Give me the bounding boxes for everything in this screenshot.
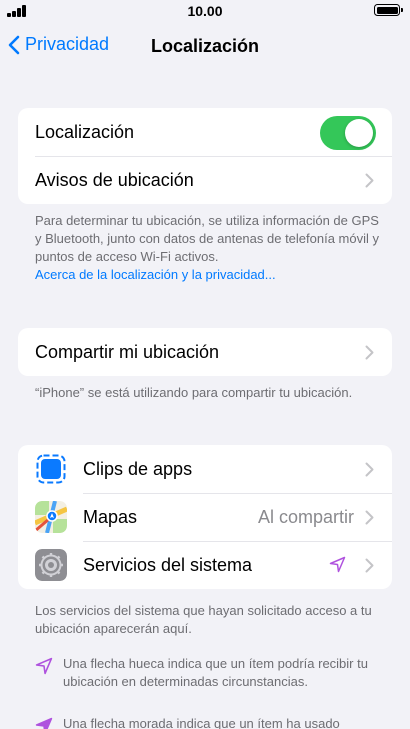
legend-text: Una flecha morada indica que un ítem ha …: [63, 716, 340, 729]
privacy-link[interactable]: Acerca de la localización y la privacida…: [35, 266, 380, 284]
app-row-system-services[interactable]: Servicios del sistema: [18, 541, 392, 589]
legend-item: Una flecha hueca indica que un ítem podr…: [35, 655, 380, 691]
legend-text: Una flecha hueca indica que un ítem podr…: [63, 656, 368, 689]
location-footnote: Para determinar tu ubicación, se utiliza…: [35, 212, 380, 284]
app-label: Clips de apps: [83, 458, 193, 479]
system-services-footnote: Los servicios del sistema que hayan soli…: [35, 603, 372, 636]
location-services-label: Localización: [35, 121, 135, 142]
location-services-toggle[interactable]: [320, 116, 376, 150]
app-label: Mapas: [83, 506, 138, 527]
chevron-right-icon: [365, 462, 374, 477]
chevron-right-icon: [365, 510, 374, 525]
share-location-group: Compartir mi ubicación: [18, 328, 392, 376]
app-label: Servicios del sistema: [83, 554, 253, 575]
share-location-label: Compartir mi ubicación: [35, 341, 220, 362]
chevron-right-icon: [365, 173, 374, 188]
share-footnote: “iPhone” se está utilizando para compart…: [35, 385, 353, 400]
hollow-arrow-icon: [35, 657, 53, 675]
location-footnote-text: Para determinar tu ubicación, se utiliza…: [35, 213, 380, 264]
page-title: Localización: [150, 36, 260, 56]
apps-group: Clips de apps Mapas Al compartir Servici…: [18, 445, 392, 589]
battery-icon: [374, 4, 403, 16]
location-alerts-row[interactable]: Avisos de ubicación: [18, 156, 392, 204]
app-row-clips[interactable]: Clips de apps: [18, 445, 392, 493]
app-clips-icon: [35, 453, 67, 485]
settings-gear-icon: [35, 549, 67, 581]
app-row-maps[interactable]: Mapas Al compartir: [18, 493, 392, 541]
location-arrow-icon: [329, 556, 346, 573]
app-location-value: Al compartir: [257, 506, 354, 527]
toggle-knob: [345, 119, 373, 147]
maps-icon: [35, 501, 67, 533]
status-bar: 10.00: [0, 0, 410, 24]
purple-arrow-icon: [35, 717, 53, 729]
share-location-row[interactable]: Compartir mi ubicación: [18, 328, 392, 376]
location-alerts-label: Avisos de ubicación: [35, 169, 194, 190]
location-services-row: Localización: [18, 108, 392, 156]
chevron-right-icon: [365, 558, 374, 573]
navigation-bar: Privacidad Localización: [0, 24, 410, 68]
legend-item: Una flecha morada indica que un ítem ha …: [35, 715, 380, 729]
location-settings-group: Localización Avisos de ubicación: [18, 108, 392, 204]
status-time: 10.00: [187, 3, 223, 19]
chevron-right-icon: [365, 345, 374, 360]
